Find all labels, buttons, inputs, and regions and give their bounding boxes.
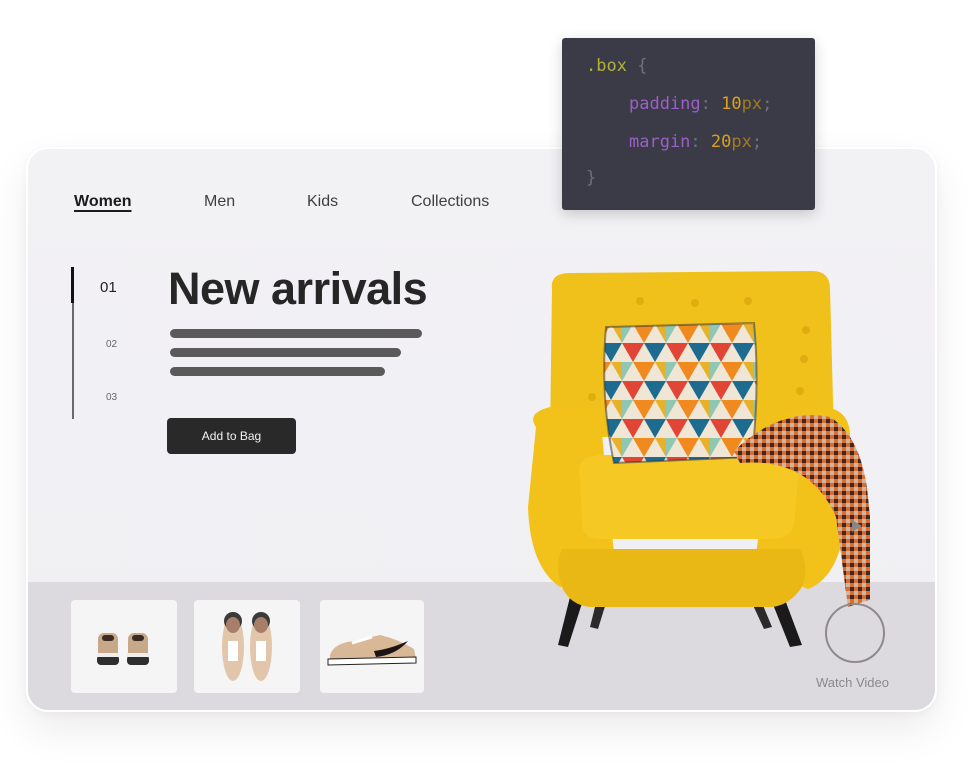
- watch-video-label[interactable]: Watch Video: [816, 675, 889, 690]
- slide-indicator-active: [71, 267, 74, 303]
- code-colon: :: [690, 132, 701, 152]
- code-unit: px: [731, 132, 752, 152]
- code-colon: :: [700, 94, 711, 114]
- placeholder-text-line: [170, 329, 422, 338]
- code-property: margin: [629, 132, 691, 152]
- product-hero-card: Women Men Kids Collections 01 02 03 New …: [26, 147, 937, 712]
- thumbnail-sneakers-top[interactable]: [194, 600, 300, 693]
- code-unit: px: [741, 94, 763, 114]
- add-to-bag-button[interactable]: Add to Bag: [167, 418, 296, 454]
- code-value: 10: [721, 94, 742, 114]
- sneaker-top-icon: [222, 611, 272, 681]
- next-arrow-icon[interactable]: [852, 520, 862, 532]
- code-line-selector: .box {: [586, 56, 647, 76]
- pillow: [603, 321, 758, 465]
- placeholder-text-line: [170, 367, 385, 376]
- nav-item-kids[interactable]: Kids: [307, 193, 338, 211]
- code-close-brace: }: [586, 168, 597, 188]
- code-selector: box: [596, 56, 627, 76]
- hero-title: New arrivals: [168, 263, 428, 314]
- code-semicolon: ;: [751, 132, 763, 152]
- code-open-brace: {: [637, 56, 648, 76]
- css-code-snippet: .box { padding: 10px; margin: 20px; }: [562, 38, 815, 210]
- code-property: padding: [629, 94, 701, 114]
- code-line-padding: padding: 10px;: [629, 94, 772, 114]
- code-line-close: }: [586, 168, 596, 188]
- code-line-margin: margin: 20px;: [629, 132, 762, 152]
- placeholder-text-line: [170, 348, 401, 357]
- thumbnail-sneakers-back[interactable]: [71, 600, 177, 693]
- code-selector-dot: .: [586, 56, 597, 76]
- thumbnail-sneaker-side[interactable]: [320, 600, 424, 693]
- nav-item-men[interactable]: Men: [204, 193, 235, 211]
- slide-number-1[interactable]: 01: [100, 279, 117, 296]
- code-semicolon: ;: [762, 94, 773, 114]
- watch-video-button[interactable]: [825, 603, 885, 663]
- slide-number-2[interactable]: 02: [106, 339, 117, 350]
- armchair-image: [528, 271, 870, 647]
- slide-number-3[interactable]: 03: [106, 392, 117, 403]
- nav-item-women[interactable]: Women: [74, 193, 131, 211]
- code-value: 20: [710, 132, 732, 152]
- sneaker-back-icon: [97, 632, 149, 665]
- sneaker-side-icon: [327, 634, 417, 666]
- nav-item-collections[interactable]: Collections: [411, 193, 489, 211]
